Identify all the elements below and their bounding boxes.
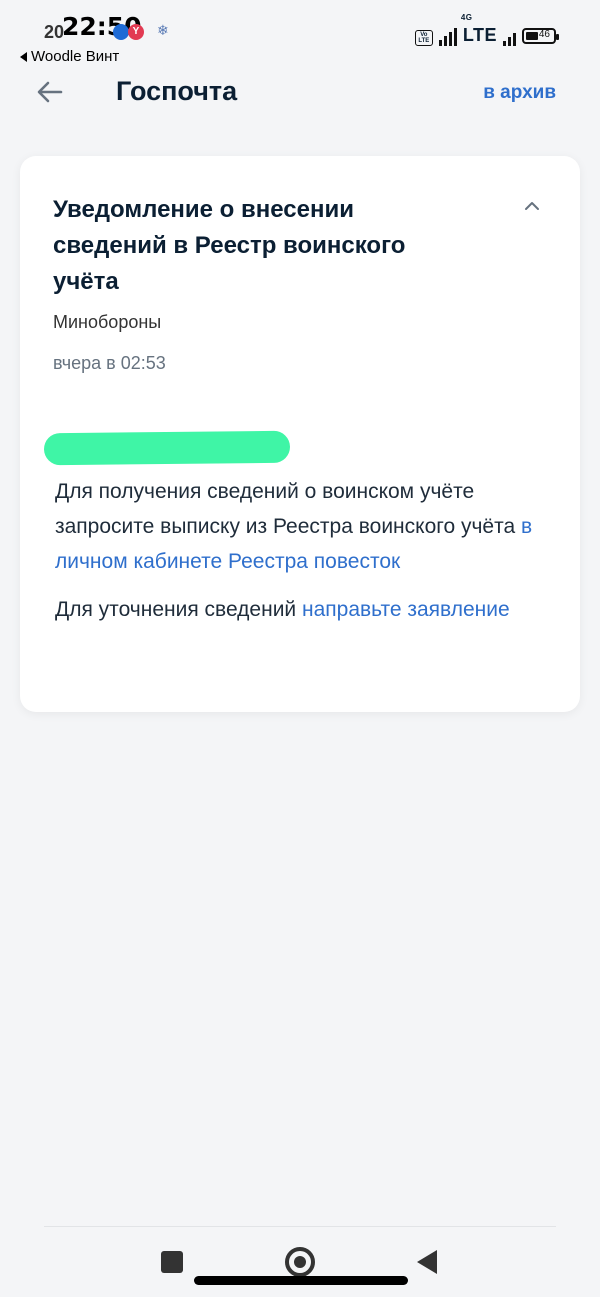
- message-card: Уведомление о внесении сведений в Реестр…: [20, 156, 580, 712]
- paragraph-text: Для уточнения сведений: [55, 598, 302, 621]
- home-icon[interactable]: [285, 1247, 315, 1277]
- network-label: LTE: [462, 25, 497, 45]
- back-to-app-link[interactable]: Woodle Винт: [20, 48, 119, 65]
- home-indicator[interactable]: [194, 1276, 408, 1285]
- redaction-mark: [43, 430, 291, 466]
- back-icon[interactable]: [417, 1250, 437, 1274]
- app-header: Госпочта в архив: [0, 70, 600, 116]
- network-gen: 4G: [460, 13, 473, 22]
- nav-divider: [44, 1226, 556, 1227]
- back-triangle-icon: [20, 51, 27, 62]
- volte-icon: Vo LTE: [414, 30, 433, 46]
- message-date: вчера в 02:53: [53, 353, 166, 373]
- page-title: Госпочта: [116, 76, 238, 106]
- message-title: Уведомление о внесении сведений в Реестр…: [53, 196, 406, 295]
- notification-icon: [113, 24, 129, 40]
- notification-icon: Y: [128, 24, 144, 40]
- message-paragraph: Для получения сведений о воинском учёте …: [55, 474, 555, 579]
- paragraph-text: Для получения сведений о воинском учёте …: [55, 480, 521, 538]
- message-sender: Минобороны: [53, 312, 162, 332]
- send-application-link[interactable]: направьте заявление: [302, 598, 510, 621]
- signal-icon: [503, 28, 516, 46]
- snowflake-icon: ❄: [157, 22, 169, 38]
- chevron-up-icon[interactable]: [522, 196, 542, 216]
- archive-button[interactable]: в архив: [483, 82, 556, 104]
- battery-icon: 46: [522, 28, 559, 44]
- battery-level: 46: [538, 29, 550, 40]
- signal-icon: [438, 28, 457, 46]
- message-paragraph: Для уточнения сведений направьте заявлен…: [55, 592, 555, 627]
- status-icons: Vo LTE 4G LTE 46: [414, 13, 559, 46]
- network-type: 4G LTE: [461, 13, 497, 46]
- back-arrow-icon[interactable]: [36, 78, 64, 106]
- back-app-label: Woodle Винт: [31, 48, 120, 65]
- recents-icon[interactable]: [161, 1251, 183, 1273]
- status-bar: 20 22:50 Y ❄ Vo LTE 4G LTE 46 Woodle Вин…: [0, 0, 600, 65]
